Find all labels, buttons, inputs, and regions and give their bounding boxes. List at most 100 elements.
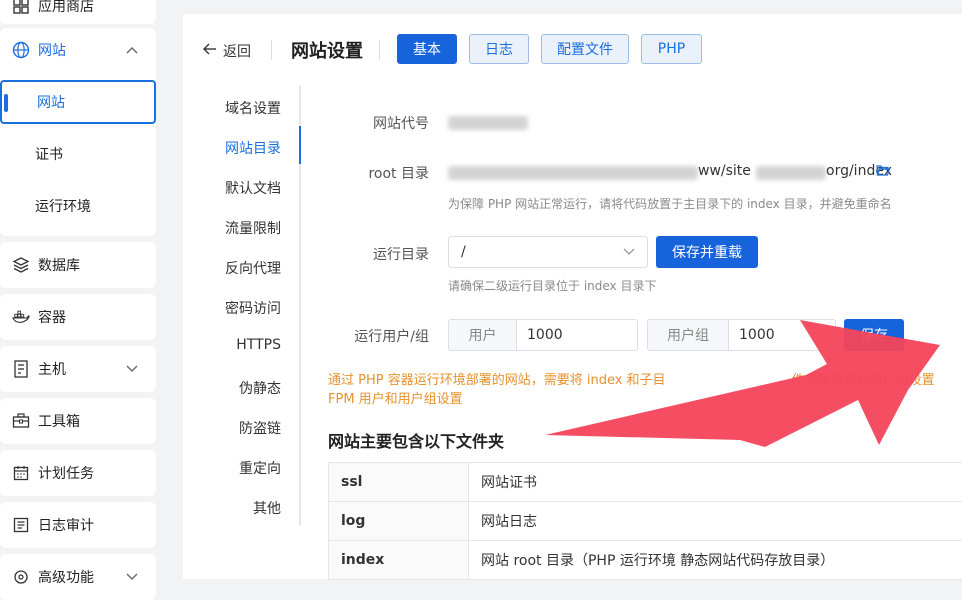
vtab-anti-leech[interactable]: 防盗链 xyxy=(239,418,281,438)
sidebar-item-website[interactable]: 网站 xyxy=(0,28,156,72)
host-icon xyxy=(12,360,30,378)
sidebar-item-label: 数据库 xyxy=(38,255,80,275)
table-row: index 网站 root 目录（PHP 运行环境 静态网站代码存放目录） xyxy=(329,541,962,580)
site-code-label: 网站代号 xyxy=(323,113,429,133)
warning-line-2: FPM 用户和用户组设置 xyxy=(328,390,962,409)
folder-open-icon[interactable] xyxy=(876,164,890,181)
root-dir-value-redacted xyxy=(448,166,698,180)
vtab-reverse-proxy[interactable]: 反向代理 xyxy=(225,258,281,278)
site-code-value-redacted xyxy=(448,116,528,130)
run-user-group-label: 运行用户/组 xyxy=(323,326,429,346)
tab-log[interactable]: 日志 xyxy=(469,34,529,64)
vtab-rewrite[interactable]: 伪静态 xyxy=(239,378,281,398)
chevron-down-icon xyxy=(623,245,635,259)
main-panel: 返回 网站设置 基本 日志 配置文件 PHP 域名设置 网站目录 默认文档 流量… xyxy=(183,14,962,579)
sidebar-card-advanced: 高级功能 xyxy=(0,554,156,600)
root-dir-value: ww/site xyxy=(698,163,751,179)
tab-basic[interactable]: 基本 xyxy=(397,34,457,64)
sidebar-item-label: 容器 xyxy=(38,307,66,327)
sidebar-item-label: 高级功能 xyxy=(38,567,94,587)
save-and-reload-button[interactable]: 保存并重载 xyxy=(656,236,758,268)
folder-description: 网站 root 目录（PHP 运行环境 静态网站代码存放目录） xyxy=(469,541,962,580)
group-input[interactable]: 1000 xyxy=(728,319,836,351)
sidebar-card-cron: 计划任务 xyxy=(0,450,156,496)
vtab-default-doc[interactable]: 默认文档 xyxy=(225,178,281,198)
globe-icon xyxy=(12,41,30,59)
back-label: 返回 xyxy=(223,41,251,61)
sidebar-item-audit[interactable]: 日志审计 xyxy=(0,503,156,547)
table-row: ssl 网站证书 xyxy=(329,463,962,502)
sidebar-card-database: 数据库 xyxy=(0,242,156,288)
warning-line-1: 通过 PHP 容器运行环境部署的网站，需要将 index 和子目 xyxy=(328,373,666,388)
sidebar-card-appstore: 应用商店 xyxy=(0,0,156,24)
calendar-icon xyxy=(12,464,30,482)
run-dir-select[interactable]: / xyxy=(448,236,648,268)
vtab-domain[interactable]: 域名设置 xyxy=(225,98,281,118)
run-dir-hint: 请确保二级运行目录位于 index 目录下 xyxy=(448,277,656,294)
sidebar-sub-label: 运行环境 xyxy=(35,196,91,216)
sidebar-card-container: 容器 xyxy=(0,294,156,340)
folder-description: 网站日志 xyxy=(469,502,962,541)
sidebar-sub-label: 网站 xyxy=(37,92,65,112)
chevron-down-icon xyxy=(126,570,138,584)
folder-name: log xyxy=(329,502,469,541)
sidebar-item-cron[interactable]: 计划任务 xyxy=(0,451,156,495)
vtab-site-directory[interactable]: 网站目录 xyxy=(225,138,281,158)
sidebar-sub-certificate[interactable]: 证书 xyxy=(0,132,156,176)
back-button[interactable]: 返回 xyxy=(203,41,251,61)
arrow-left-icon xyxy=(203,43,217,59)
php-runtime-warning: 通过 PHP 容器运行环境部署的网站，需要将 index 和子目 件夹所有者和用户… xyxy=(328,371,962,409)
root-dir-hint: 为保障 PHP 网站正常运行，请将代码放置于主目录下的 index 目录，并避免… xyxy=(448,195,892,212)
sidebar-item-label: 主机 xyxy=(38,359,66,379)
vtab-other[interactable]: 其他 xyxy=(253,498,281,518)
active-tab-indicator xyxy=(299,126,301,164)
tab-config-file[interactable]: 配置文件 xyxy=(541,34,629,64)
sidebar-sub-website[interactable]: 网站 xyxy=(0,80,156,124)
sidebar-card-website: 网站 网站 证书 运行环境 xyxy=(0,28,156,236)
run-dir-selected-value: / xyxy=(461,244,466,260)
save-button[interactable]: 保存 xyxy=(844,319,904,351)
vtab-traffic-limit[interactable]: 流量限制 xyxy=(225,218,281,238)
user-input[interactable]: 1000 xyxy=(516,319,638,351)
root-dir-value-redacted xyxy=(756,166,826,180)
warning-line-1-tail: 件夹所有者和用户组设置 xyxy=(792,373,935,388)
database-icon xyxy=(12,256,30,274)
vtab-redirect[interactable]: 重定向 xyxy=(239,458,281,478)
advanced-icon xyxy=(12,568,30,586)
user-addon: 用户 xyxy=(448,319,517,351)
chevron-down-icon xyxy=(126,362,138,376)
sidebar-item-host[interactable]: 主机 xyxy=(0,347,156,391)
run-dir-label: 运行目录 xyxy=(323,244,429,264)
tab-php[interactable]: PHP xyxy=(641,34,702,64)
sidebar-item-label: 应用商店 xyxy=(38,0,94,16)
folder-name: ssl xyxy=(329,463,469,502)
folders-table: ssl 网站证书 log 网站日志 index 网站 root 目录（PHP 运… xyxy=(328,462,962,580)
sidebar-item-label: 计划任务 xyxy=(38,463,94,483)
sidebar-card-audit: 日志审计 xyxy=(0,502,156,548)
vtab-https[interactable]: HTTPS xyxy=(236,337,281,353)
group-addon: 用户组 xyxy=(647,319,729,351)
toolbox-icon xyxy=(12,412,30,430)
table-row: log 网站日志 xyxy=(329,502,962,541)
sidebar-item-advanced[interactable]: 高级功能 xyxy=(0,555,156,599)
sidebar-sub-label: 证书 xyxy=(35,144,63,164)
sidebar-item-label: 网站 xyxy=(38,40,66,60)
header-divider xyxy=(271,40,272,60)
sidebar-card-host: 主机 xyxy=(0,346,156,392)
page-title: 网站设置 xyxy=(291,37,363,63)
log-icon xyxy=(12,516,30,534)
sidebar-item-label: 日志审计 xyxy=(38,515,94,535)
settings-header: 返回 网站设置 基本 日志 配置文件 PHP xyxy=(183,14,962,74)
sidebar-item-database[interactable]: 数据库 xyxy=(0,243,156,287)
vtab-password-access[interactable]: 密码访问 xyxy=(225,298,281,318)
docker-icon xyxy=(12,308,30,326)
sidebar-item-label: 工具箱 xyxy=(38,411,80,431)
sidebar-item-toolbox[interactable]: 工具箱 xyxy=(0,399,156,443)
folder-description: 网站证书 xyxy=(469,463,962,502)
settings-vertical-tabs: 域名设置 网站目录 默认文档 流量限制 反向代理 密码访问 HTTPS 伪静态 … xyxy=(183,86,301,526)
sidebar-item-appstore[interactable]: 应用商店 xyxy=(0,0,156,28)
sidebar-item-container[interactable]: 容器 xyxy=(0,295,156,339)
sidebar: 应用商店 网站 网站 证书 运行环境 数据库 xyxy=(0,0,160,579)
sidebar-sub-runtime[interactable]: 运行环境 xyxy=(0,184,156,228)
header-divider xyxy=(379,40,380,60)
